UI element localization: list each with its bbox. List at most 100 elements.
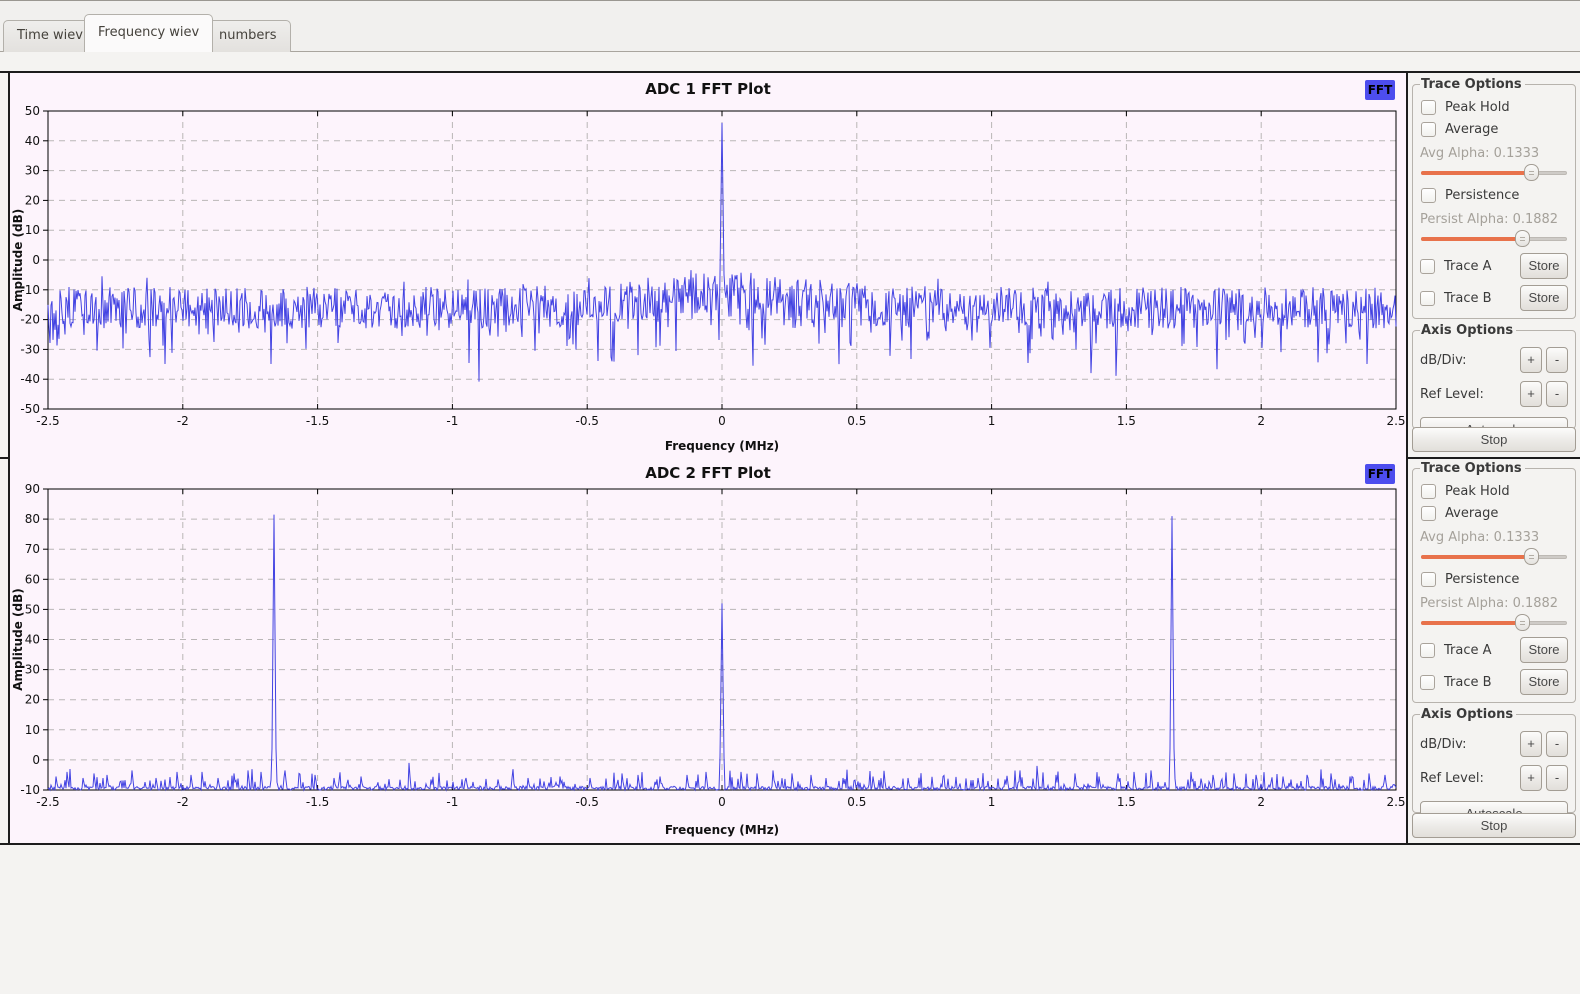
fft-badge: FFT — [1365, 464, 1395, 484]
tab-content-frame: ADC 1 FFT Plot FFT -2.5-2-1.5-1-0.500.51… — [0, 51, 1580, 994]
y-tick-label: 20 — [25, 193, 40, 207]
adc2-plot-panel: ADC 2 FFT Plot FFT -2.5-2-1.5-1-0.500.51… — [8, 457, 1408, 843]
x-tick-label: -2 — [177, 414, 189, 428]
db-div-minus-button[interactable]: - — [1546, 731, 1568, 757]
trace-b-checkbox[interactable] — [1420, 291, 1435, 306]
y-tick-label: 60 — [25, 572, 40, 586]
x-axis-label: Frequency (MHz) — [665, 823, 779, 837]
slider-handle[interactable] — [1515, 614, 1530, 631]
trace-options-title: Trace Options — [1420, 461, 1525, 476]
x-tick-label: -0.5 — [575, 414, 598, 428]
store-trace-a-button[interactable]: Store — [1520, 253, 1568, 279]
y-tick-label: 30 — [25, 164, 40, 178]
peak-hold-label: Peak Hold — [1445, 100, 1510, 115]
x-tick-label: 1 — [988, 414, 996, 428]
x-tick-label: -2.5 — [36, 795, 59, 809]
x-tick-label: -1 — [446, 795, 458, 809]
x-tick-label: 0.5 — [847, 414, 866, 428]
store-trace-b-button[interactable]: Store — [1520, 285, 1568, 311]
trace-a-checkbox[interactable] — [1420, 643, 1435, 658]
x-tick-label: 0.5 — [847, 795, 866, 809]
persist-alpha-slider[interactable] — [1421, 614, 1567, 631]
x-tick-label: 2 — [1257, 795, 1265, 809]
slider-fill — [1421, 621, 1523, 625]
tab-frequency-view[interactable]: Frequency wiev — [84, 14, 213, 52]
adc1-plot-panel: ADC 1 FFT Plot FFT -2.5-2-1.5-1-0.500.51… — [8, 73, 1408, 457]
axis-options-title: Axis Options — [1420, 323, 1516, 338]
trace-b-label: Trace B — [1444, 675, 1492, 690]
trace-b-label: Trace B — [1444, 291, 1492, 306]
x-tick-label: 2.5 — [1386, 795, 1405, 809]
adc1-row: ADC 1 FFT Plot FFT -2.5-2-1.5-1-0.500.51… — [0, 71, 1580, 459]
ref-level-minus-button[interactable]: - — [1546, 765, 1568, 791]
y-tick-label: 40 — [25, 633, 40, 647]
trace-a-label: Trace A — [1444, 643, 1492, 658]
adc2-plot-title: ADC 2 FFT Plot — [10, 464, 1406, 482]
x-tick-label: 0 — [718, 795, 726, 809]
x-tick-label: -0.5 — [575, 795, 598, 809]
store-trace-a-button[interactable]: Store — [1520, 637, 1568, 663]
persistence-checkbox[interactable] — [1421, 188, 1436, 203]
ref-level-plus-button[interactable]: + — [1520, 381, 1542, 407]
ref-level-plus-button[interactable]: + — [1520, 765, 1542, 791]
y-axis-label: Amplitude (dB) — [11, 209, 25, 312]
y-tick-label: 40 — [25, 134, 40, 148]
persist-alpha-label: Persist Alpha: 0.1882 — [1420, 596, 1568, 611]
y-axis-label: Amplitude (dB) — [11, 588, 25, 691]
slider-fill — [1421, 171, 1532, 175]
average-checkbox[interactable] — [1421, 122, 1436, 137]
db-div-plus-button[interactable]: + — [1520, 731, 1542, 757]
y-tick-label: 50 — [25, 104, 40, 118]
ref-level-label: Ref Level: — [1420, 771, 1516, 786]
y-tick-label: 90 — [25, 483, 40, 496]
adc2-side-panel: Trace Options Peak Hold Average Avg Alph… — [1408, 457, 1580, 843]
db-div-label: dB/Div: — [1420, 737, 1516, 752]
y-tick-label: 0 — [32, 753, 40, 767]
db-div-label: dB/Div: — [1420, 353, 1516, 368]
persist-alpha-label: Persist Alpha: 0.1882 — [1420, 212, 1568, 227]
trace-options-group-2: Trace Options Peak Hold Average Avg Alph… — [1412, 461, 1576, 703]
x-tick-label: 1 — [988, 795, 996, 809]
slider-handle[interactable] — [1515, 230, 1530, 247]
y-tick-label: -50 — [20, 402, 40, 416]
tab-bar: Time wiev Frequency wiev numbers — [0, 0, 1580, 51]
stop-button-adc1[interactable]: Stop — [1412, 427, 1576, 452]
y-tick-label: -30 — [20, 342, 40, 356]
trace-b-checkbox[interactable] — [1420, 675, 1435, 690]
avg-alpha-slider[interactable] — [1421, 548, 1567, 565]
slider-handle[interactable] — [1524, 164, 1539, 181]
x-tick-label: -2 — [177, 795, 189, 809]
tab-numbers[interactable]: numbers — [205, 20, 291, 52]
fft-badge: FFT — [1365, 80, 1395, 100]
x-tick-label: 1.5 — [1117, 795, 1136, 809]
y-tick-label: 10 — [25, 223, 40, 237]
average-checkbox[interactable] — [1421, 506, 1436, 521]
trace-options-title: Trace Options — [1420, 77, 1525, 92]
persistence-checkbox[interactable] — [1421, 572, 1436, 587]
trace-a-label: Trace A — [1444, 259, 1492, 274]
slider-fill — [1421, 555, 1532, 559]
y-tick-label: 20 — [25, 693, 40, 707]
trace-a-checkbox[interactable] — [1420, 259, 1435, 274]
avg-alpha-slider[interactable] — [1421, 164, 1567, 181]
persistence-label: Persistence — [1445, 572, 1519, 587]
slider-handle[interactable] — [1524, 548, 1539, 565]
adc2-fft-chart: -2.5-2-1.5-1-0.500.511.522.5908070605040… — [10, 483, 1406, 841]
db-div-minus-button[interactable]: - — [1546, 347, 1568, 373]
ref-level-minus-button[interactable]: - — [1546, 381, 1568, 407]
store-trace-b-button[interactable]: Store — [1520, 669, 1568, 695]
y-tick-label: 50 — [25, 602, 40, 616]
stop-button-adc2[interactable]: Stop — [1412, 813, 1576, 838]
x-tick-label: 1.5 — [1117, 414, 1136, 428]
y-tick-label: 0 — [32, 253, 40, 267]
peak-hold-checkbox[interactable] — [1421, 100, 1436, 115]
persist-alpha-slider[interactable] — [1421, 230, 1567, 247]
y-tick-label: -40 — [20, 372, 40, 386]
trace-options-group-1: Trace Options Peak Hold Average Avg Alph… — [1412, 77, 1576, 319]
y-tick-label: -10 — [20, 783, 40, 797]
tab-time-view[interactable]: Time wiev — [3, 20, 97, 52]
peak-hold-checkbox[interactable] — [1421, 484, 1436, 499]
adc1-plot-title: ADC 1 FFT Plot — [10, 80, 1406, 98]
db-div-plus-button[interactable]: + — [1520, 347, 1542, 373]
ref-level-label: Ref Level: — [1420, 387, 1516, 402]
